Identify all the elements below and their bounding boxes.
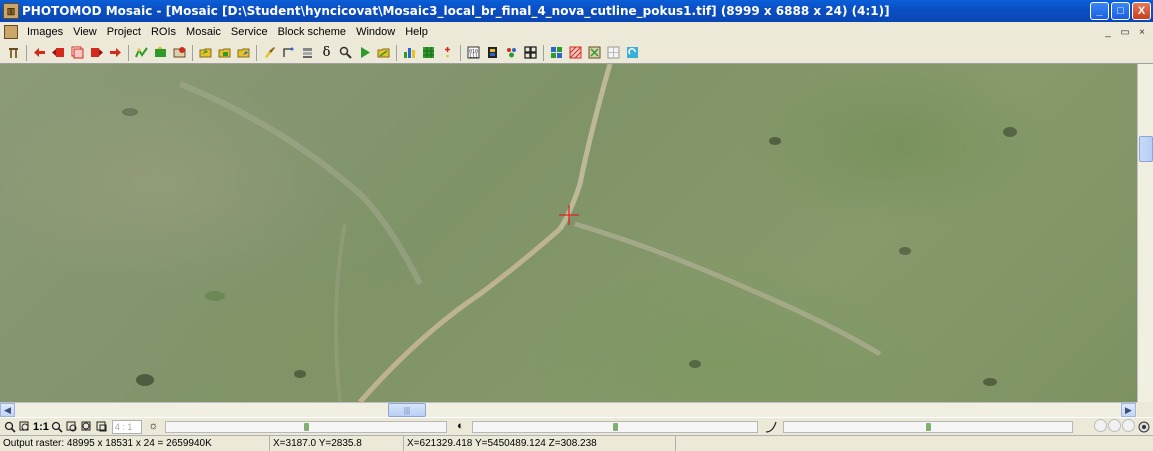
layers-icon[interactable] — [68, 44, 87, 62]
window-title: PHOTOMOD Mosaic - [Mosaic [D:\Student\hy… — [22, 4, 890, 18]
roi-add-icon[interactable] — [170, 44, 189, 62]
menu-images[interactable]: Images — [22, 22, 68, 42]
image-viewport[interactable] — [0, 64, 1137, 402]
zoom-fit-icon[interactable] — [65, 419, 80, 434]
toolbar-separator — [256, 44, 257, 61]
folder-open-icon[interactable] — [196, 44, 215, 62]
zoom-1-1-button[interactable]: 1:1 — [32, 421, 50, 433]
palette-icon[interactable] — [502, 44, 521, 62]
play-icon[interactable] — [355, 44, 374, 62]
cutline-icon[interactable] — [132, 44, 151, 62]
arrow-right-icon[interactable] — [106, 44, 125, 62]
refresh-icon[interactable] — [623, 44, 642, 62]
brightness-icon: ☼ — [148, 420, 159, 432]
menu-mosaic[interactable]: Mosaic — [181, 22, 226, 42]
photomod-app-icon[interactable]: ▥ — [3, 3, 19, 19]
stack-left-icon[interactable] — [49, 44, 68, 62]
horizontal-scroll-thumb[interactable]: ||| — [388, 403, 426, 417]
brush-icon[interactable] — [260, 44, 279, 62]
zoom-ratio-field[interactable]: 4 : 1 — [111, 419, 142, 434]
menu-rois[interactable]: ROIs — [146, 22, 181, 42]
menu-view[interactable]: View — [68, 22, 102, 42]
menu-project[interactable]: Project — [102, 22, 146, 42]
open-image-icon[interactable] — [374, 44, 393, 62]
gamma-curve-icon — [764, 419, 779, 434]
zoom-out-icon[interactable] — [2, 419, 17, 434]
status-extra-pane — [676, 436, 1153, 451]
menu-block-scheme[interactable]: Block scheme — [273, 22, 351, 42]
close-button[interactable]: X — [1132, 2, 1151, 20]
child-restore-button[interactable]: ▭ — [1118, 25, 1132, 39]
mosaic-icon[interactable] — [547, 44, 566, 62]
scrollbar-corner — [1137, 402, 1153, 417]
menu-help[interactable]: Help — [400, 22, 433, 42]
delta-icon[interactable]: δ — [317, 44, 336, 62]
arrow-left-icon[interactable] — [30, 44, 49, 62]
zoom-previous-icon[interactable] — [95, 419, 110, 434]
main-toolbar: δ 010 111 — [0, 42, 1153, 64]
zoom-extent-icon[interactable] — [80, 419, 95, 434]
brightness-slider-thumb[interactable] — [303, 422, 309, 431]
blank-grid-icon[interactable] — [604, 44, 623, 62]
zoom-window-icon[interactable] — [17, 419, 32, 434]
toolbar-separator — [543, 44, 544, 61]
horizontal-scrollbar[interactable]: ◀ ||| ▶ — [0, 402, 1137, 417]
channel-mode-1-button[interactable] — [1094, 419, 1107, 432]
film-icon[interactable] — [483, 44, 502, 62]
grid-icon[interactable] — [419, 44, 438, 62]
contrast-slider[interactable] — [471, 420, 758, 433]
channel-mode-3-button[interactable] — [1122, 419, 1135, 432]
tower-icon[interactable] — [4, 44, 23, 62]
crop-icon[interactable] — [585, 44, 604, 62]
toolbar-separator — [396, 44, 397, 61]
star-icon[interactable] — [438, 44, 457, 62]
menu-bar: Images View Project ROIs Mosaic Service … — [0, 22, 1153, 42]
hatch-icon[interactable] — [566, 44, 585, 62]
svg-text:111: 111 — [469, 54, 478, 60]
toolbar-separator — [192, 44, 193, 61]
document-icon[interactable] — [4, 25, 18, 39]
output-raster-status: Output raster: 48995 x 18531 x 24 = 2659… — [0, 436, 270, 451]
scroll-right-button[interactable]: ▶ — [1121, 403, 1136, 417]
aerial-image — [122, 64, 1017, 402]
menu-service[interactable]: Service — [226, 22, 273, 42]
pixel-coordinates-status: X=3187.0 Y=2835.8 — [270, 436, 404, 451]
binary-icon[interactable]: 010 111 — [464, 44, 483, 62]
tiles-icon[interactable] — [521, 44, 540, 62]
status-bar: Output raster: 48995 x 18531 x 24 = 2659… — [0, 435, 1153, 451]
brightness-slider[interactable] — [164, 420, 447, 433]
maximize-button[interactable]: □ — [1111, 2, 1130, 20]
scroll-left-button[interactable]: ◀ — [0, 403, 15, 417]
gamma-slider-thumb[interactable] — [925, 422, 931, 431]
layers-right-icon[interactable] — [87, 44, 106, 62]
world-coordinates-status: X=621329.418 Y=5450489.124 Z=308.238 — [404, 436, 676, 451]
menu-window[interactable]: Window — [351, 22, 400, 42]
settings-wheel-icon[interactable] — [1136, 419, 1151, 434]
child-close-button[interactable]: × — [1135, 25, 1149, 39]
contrast-icon: ◐ — [457, 420, 464, 432]
minimize-button[interactable]: _ — [1090, 2, 1109, 20]
toolbar-separator — [26, 44, 27, 61]
contrast-slider-thumb[interactable] — [612, 422, 618, 431]
toolbar-separator — [128, 44, 129, 61]
view-control-bar: 1:1 4 : 1 ☼ ◐ — [0, 417, 1153, 435]
toolbar-separator — [460, 44, 461, 61]
gamma-slider[interactable] — [782, 420, 1073, 433]
title-bar: ▥ PHOTOMOD Mosaic - [Mosaic [D:\Student\… — [0, 0, 1153, 22]
vertical-scroll-thumb[interactable] — [1139, 136, 1153, 162]
histogram-icon[interactable] — [400, 44, 419, 62]
child-minimize-button[interactable]: _ — [1101, 25, 1115, 39]
folder-export-icon[interactable] — [234, 44, 253, 62]
folder-save-icon[interactable] — [215, 44, 234, 62]
magnifier-icon[interactable] — [336, 44, 355, 62]
rotate-icon[interactable] — [298, 44, 317, 62]
channel-mode-2-button[interactable] — [1108, 419, 1121, 432]
line-tool-icon[interactable] — [279, 44, 298, 62]
zoom-in-icon[interactable] — [50, 419, 65, 434]
vertical-scrollbar[interactable] — [1137, 64, 1153, 402]
roi-edit-icon[interactable] — [151, 44, 170, 62]
